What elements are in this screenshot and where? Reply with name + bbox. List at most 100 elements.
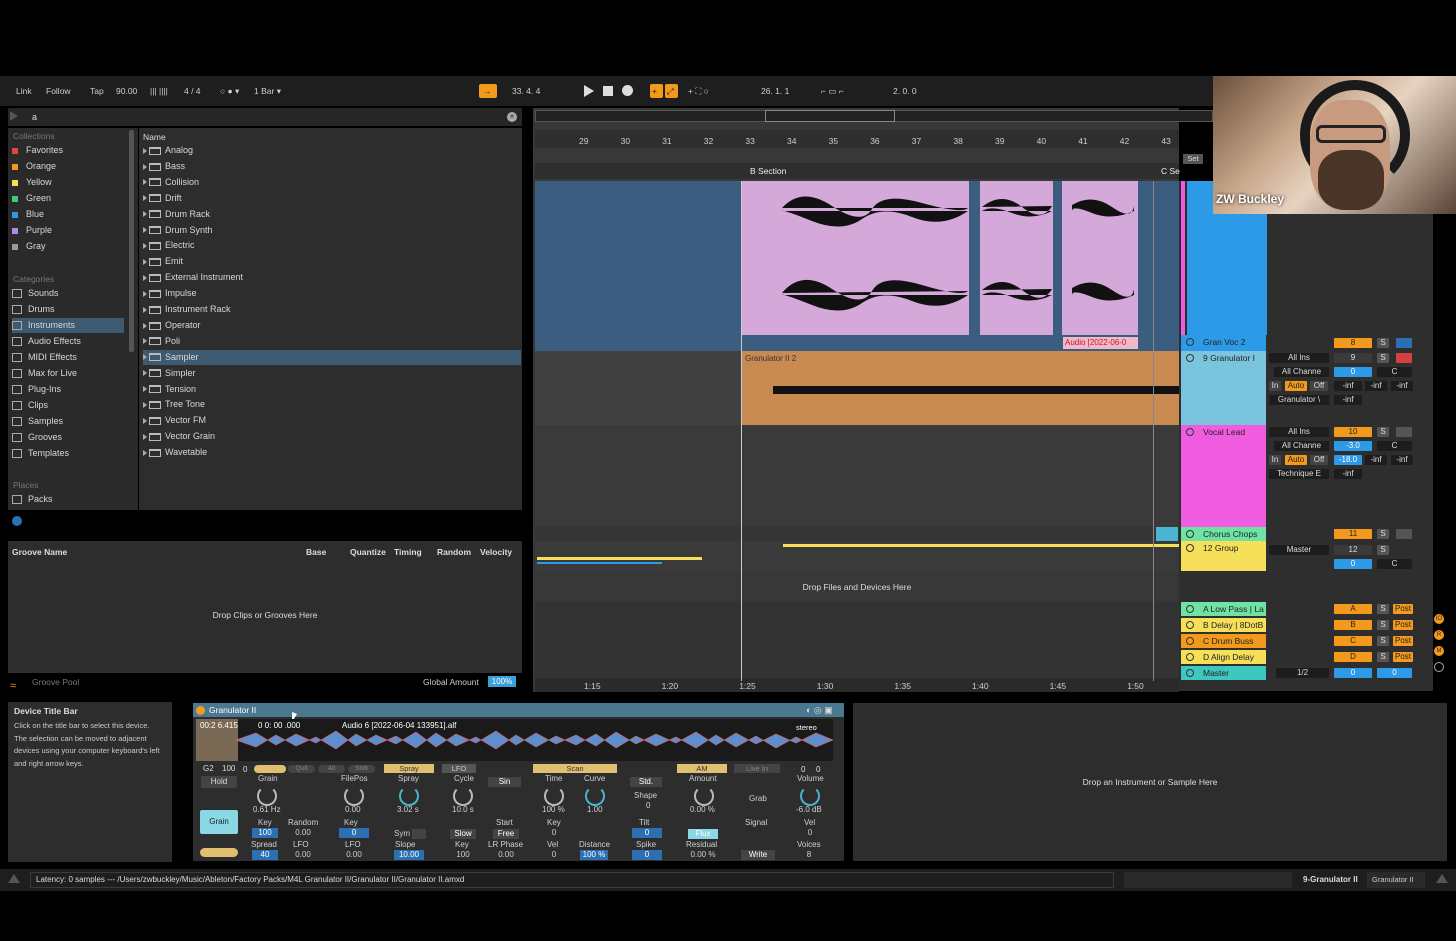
vel-field[interactable]: 0 [797, 828, 823, 838]
link-button[interactable]: Link [12, 84, 36, 98]
browser-item[interactable]: Drift [143, 191, 521, 206]
track-number[interactable]: 9 [1334, 353, 1372, 363]
browser-status-icon[interactable] [12, 516, 22, 526]
return-track-a[interactable]: A Low Pass | La [1181, 602, 1266, 616]
track-activator-icon[interactable] [1186, 605, 1194, 613]
record-button[interactable] [622, 85, 633, 96]
send-c-field[interactable]: -inf [1391, 455, 1413, 465]
voices-menu[interactable]: 8 [794, 850, 824, 860]
free-button[interactable]: Free [493, 829, 519, 839]
post-button[interactable]: Post [1393, 636, 1413, 646]
follow-button[interactable]: Follow [42, 84, 75, 98]
slow-button[interactable]: Slow [450, 829, 476, 839]
solo-button[interactable]: S [1377, 652, 1389, 662]
track-activator-icon[interactable] [1186, 621, 1194, 629]
volume-field[interactable]: -3.0 [1334, 441, 1372, 451]
solo-button[interactable]: S [1377, 620, 1389, 630]
expand-triangle-icon[interactable] [143, 338, 147, 345]
track-activator-icon[interactable] [1186, 354, 1194, 362]
category-clips[interactable]: Clips [12, 398, 124, 413]
monitor-in-button[interactable]: In [1269, 381, 1281, 391]
tap-button[interactable]: Tap [86, 84, 108, 98]
browser-item[interactable]: Wavetable [143, 445, 521, 460]
filepos-knob[interactable] [344, 786, 364, 806]
tilt-field[interactable]: 0 [632, 828, 662, 838]
track-number[interactable]: 12 [1334, 545, 1372, 555]
cycle-wave-menu[interactable]: Sin [488, 777, 521, 787]
song-position-field[interactable]: 33. 4. 4 [508, 84, 544, 98]
browser-item[interactable]: Collision [143, 175, 521, 190]
global-amount-field[interactable]: 100% [488, 676, 516, 687]
track-header-vocal-lead[interactable]: Vocal Lead [1181, 425, 1266, 527]
track-activator-icon[interactable] [1186, 544, 1194, 552]
groove-col-velocity[interactable]: Velocity [480, 547, 512, 557]
track-activator-icon[interactable] [1186, 669, 1194, 677]
monitor-auto-button[interactable]: Auto [1285, 381, 1307, 391]
post-button[interactable]: Post [1393, 652, 1413, 662]
loop-length-field[interactable]: 2. 0. 0 [889, 84, 921, 98]
lfo-field[interactable]: 0.00 [290, 850, 316, 860]
track-volume-number[interactable]: 8 [1334, 338, 1372, 348]
key2-field[interactable]: 0 [339, 828, 369, 838]
send-b-field[interactable]: -inf [1365, 455, 1387, 465]
track-header-12-group[interactable]: 12 Group [1181, 541, 1266, 571]
record-mode-icon[interactable]: ○ ● ▾ [216, 84, 243, 98]
groove-pool-icon[interactable]: ≈ [10, 680, 16, 692]
expand-triangle-icon[interactable] [143, 417, 147, 424]
expand-triangle-icon[interactable] [143, 147, 147, 154]
groove-col-groove-name[interactable]: Groove Name [12, 547, 67, 557]
solo-button[interactable]: S [1377, 338, 1389, 348]
solo-button[interactable]: S [1377, 529, 1389, 539]
groove-col-base[interactable]: Base [306, 547, 326, 557]
expand-triangle-icon[interactable] [143, 433, 147, 440]
groove-col-timing[interactable]: Timing [394, 547, 422, 557]
collection-gray[interactable]: Gray [12, 239, 124, 254]
expand-triangle-icon[interactable] [143, 322, 147, 329]
browser-item[interactable]: Operator [143, 318, 521, 333]
clear-search-icon[interactable]: × [507, 112, 517, 122]
return-toggle-icon[interactable]: R [1434, 630, 1444, 640]
input-channel-menu[interactable]: All Channe [1274, 367, 1329, 377]
time-ruler[interactable] [535, 678, 1179, 692]
spray-knob[interactable] [399, 786, 419, 806]
arm-icon[interactable] [1396, 353, 1412, 363]
cue-out-menu[interactable]: 1/2 [1276, 668, 1329, 678]
expand-triangle-icon[interactable] [143, 449, 147, 456]
status-toggle-icon[interactable] [8, 874, 20, 883]
io-toggle-icon[interactable]: IO [1434, 614, 1444, 624]
sidebar-scrollbar[interactable] [129, 130, 134, 352]
browser-item[interactable]: Poli [143, 334, 521, 349]
category-templates[interactable]: Templates [12, 446, 124, 461]
key4-field[interactable]: 100 [450, 850, 476, 860]
expand-triangle-icon[interactable] [143, 274, 147, 281]
key3-field[interactable]: 0 [541, 828, 567, 838]
quantize-menu[interactable]: 1 Bar ▾ [250, 84, 288, 98]
return-track-c[interactable]: C Drum Buss [1181, 634, 1266, 648]
return-activator-button[interactable]: D [1334, 652, 1372, 662]
mode-pill[interactable] [200, 848, 238, 857]
browser-item[interactable]: Emit [143, 254, 521, 269]
name-column-header[interactable]: Name [143, 132, 166, 142]
collection-yellow[interactable]: Yellow [12, 175, 124, 190]
overview-region[interactable] [765, 110, 895, 122]
capture-icons[interactable]: + ⛶ ○ [684, 84, 713, 98]
spread-field[interactable]: 40 [252, 850, 278, 860]
vel2-field[interactable]: 0 [541, 850, 567, 860]
tab-pill[interactable] [254, 765, 286, 773]
std-menu[interactable]: Std. [630, 777, 662, 787]
master-volume-field[interactable]: 0 [1334, 668, 1372, 678]
expand-triangle-icon[interactable] [143, 195, 147, 202]
return-activator-button[interactable]: A [1334, 604, 1372, 614]
track-header-gran-voc-2[interactable]: Gran Voc 2 [1181, 335, 1266, 351]
track-header-chorus-chops[interactable]: Chorus Chops [1181, 527, 1266, 541]
spike-field[interactable]: 0 [632, 850, 662, 860]
tab-quit[interactable]: Quit [288, 765, 315, 773]
stop-button[interactable] [603, 86, 613, 96]
device-title[interactable]: Granulator II [209, 705, 256, 715]
place-packs[interactable]: Packs [12, 492, 124, 507]
collection-green[interactable]: Green [12, 191, 124, 206]
category-sounds[interactable]: Sounds [12, 286, 124, 301]
lrphase-field[interactable]: 0.00 [493, 850, 519, 860]
zero-field[interactable]: 0 [243, 765, 247, 774]
cycle-knob[interactable] [453, 786, 473, 806]
